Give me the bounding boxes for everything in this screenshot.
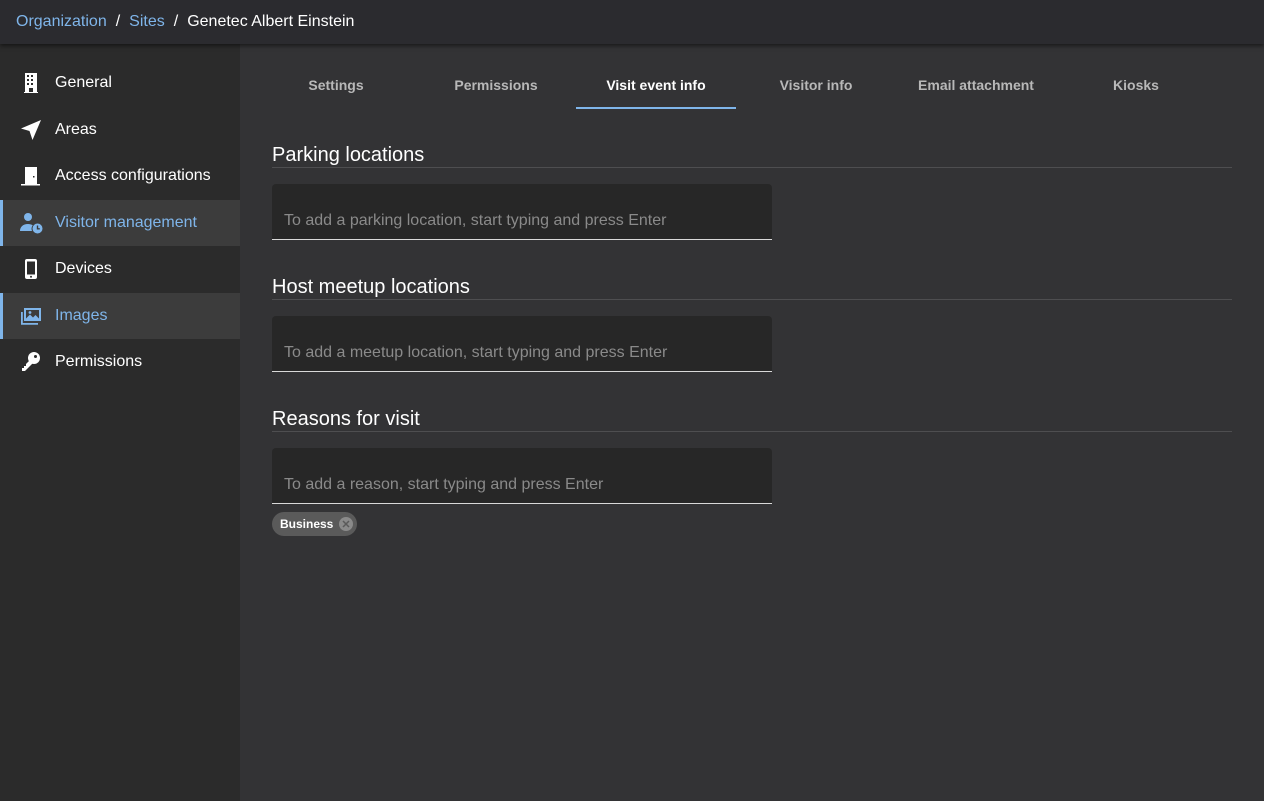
sidebar-item-images[interactable]: Images (0, 292, 240, 339)
sidebar-item-general[interactable]: General (0, 60, 240, 106)
tab-kiosks[interactable]: Kiosks (1056, 60, 1216, 109)
sidebar-item-visitor-management[interactable]: Visitor management (0, 199, 240, 246)
breadcrumb-separator: / (173, 13, 179, 30)
user-clock-icon (18, 211, 44, 235)
tab-settings[interactable]: Settings (256, 60, 416, 109)
building-icon (18, 71, 44, 95)
parking-locations-section: Parking locations (272, 143, 1232, 240)
parking-location-input[interactable] (284, 211, 760, 231)
section-title: Reasons for visit (272, 407, 1232, 432)
meetup-location-field[interactable] (272, 316, 772, 372)
sidebar-item-label: Permissions (55, 353, 143, 370)
breadcrumb-organization[interactable]: Organization (16, 13, 107, 31)
breadcrumb: Organization / Sites / Genetec Albert Ei… (0, 0, 1264, 44)
tab-permissions[interactable]: Permissions (416, 60, 576, 109)
section-title: Parking locations (272, 143, 1232, 168)
chip-remove-button[interactable] (339, 517, 354, 531)
close-icon (342, 520, 350, 528)
tab-bar: Settings Permissions Visit event info Vi… (256, 60, 1216, 109)
reasons-for-visit-section: Reasons for visit Business (272, 407, 1232, 536)
mobile-device-icon (18, 257, 44, 281)
tab-visitor-info[interactable]: Visitor info (736, 60, 896, 109)
meetup-location-input[interactable] (284, 343, 760, 363)
sidebar-item-access-configurations[interactable]: Access configurations (0, 153, 240, 199)
reason-input[interactable] (284, 475, 760, 495)
reason-field[interactable] (272, 448, 772, 504)
reason-chip: Business (272, 512, 358, 536)
sidebar-item-label: Devices (55, 260, 112, 277)
breadcrumb-separator: / (115, 13, 121, 30)
parking-location-field[interactable] (272, 184, 772, 240)
navigation-arrow-icon (18, 118, 44, 142)
sidebar-item-label: Access configurations (55, 167, 211, 184)
key-icon (18, 350, 44, 374)
breadcrumb-sites[interactable]: Sites (129, 13, 165, 31)
sidebar-item-permissions[interactable]: Permissions (0, 339, 240, 385)
section-title: Host meetup locations (272, 275, 1232, 300)
sidebar-item-areas[interactable]: Areas (0, 107, 240, 153)
breadcrumb-current-site: Genetec Albert Einstein (187, 13, 355, 30)
chip-label: Business (280, 517, 334, 531)
sidebar: General Areas Access configurations Visi… (0, 44, 240, 801)
tab-email-attachment[interactable]: Email attachment (896, 60, 1056, 109)
sidebar-item-label: Areas (55, 120, 97, 138)
images-icon (18, 304, 44, 328)
sidebar-item-devices[interactable]: Devices (0, 246, 240, 292)
door-icon (18, 164, 44, 188)
host-meetup-locations-section: Host meetup locations (272, 275, 1232, 372)
tab-visit-event-info[interactable]: Visit event info (576, 60, 736, 109)
sidebar-item-label: Images (55, 306, 108, 324)
sidebar-item-label: Visitor management (55, 213, 197, 231)
sidebar-item-label: General (55, 74, 112, 91)
main-content: Settings Permissions Visit event info Vi… (240, 44, 1264, 801)
